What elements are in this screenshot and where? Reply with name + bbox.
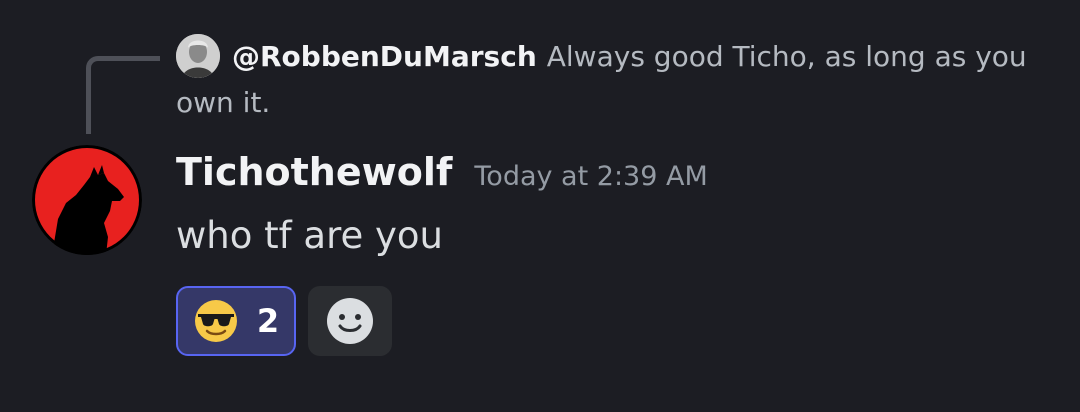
message-header: Tichothewolf Today at 2:39 AM: [176, 150, 708, 204]
smiling-face-with-sunglasses-icon: [194, 300, 237, 342]
reaction-count: 2: [256, 302, 280, 340]
reply-connector-line: [86, 56, 160, 134]
reactions-bar: 2: [176, 286, 392, 356]
reply-author-name[interactable]: @RobbenDuMarsch: [232, 40, 537, 73]
howling-wolf-icon: [32, 145, 142, 255]
reaction-sunglasses[interactable]: 2: [176, 286, 296, 356]
username[interactable]: Tichothewolf: [176, 150, 452, 194]
add-reaction-smiley-icon: [327, 298, 373, 344]
reply-preview[interactable]: @RobbenDuMarsch Always good Ticho, as lon…: [176, 34, 1036, 126]
chat-message: @RobbenDuMarsch Always good Ticho, as lon…: [0, 0, 1080, 412]
timestamp[interactable]: Today at 2:39 AM: [474, 161, 707, 192]
message-content: who tf are you: [176, 214, 443, 257]
user-avatar[interactable]: [32, 145, 142, 255]
add-reaction-button[interactable]: [308, 286, 392, 356]
